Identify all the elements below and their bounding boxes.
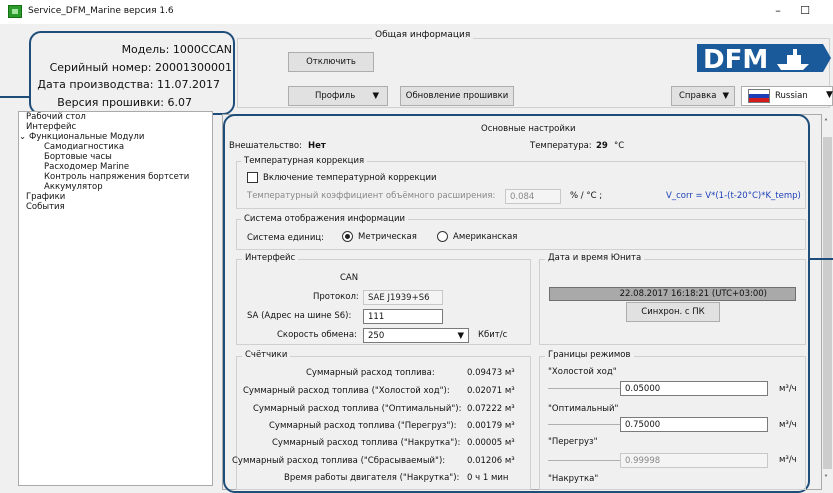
mode-optimal-input[interactable]: 0.75000 bbox=[620, 417, 768, 432]
mode-line bbox=[548, 424, 620, 425]
counter-label: Суммарный расход топлива: bbox=[306, 368, 435, 378]
tree-item-onboard-clock[interactable]: Бортовые часы bbox=[44, 152, 112, 162]
american-radio[interactable] bbox=[437, 231, 448, 242]
can-label: CAN bbox=[340, 273, 359, 283]
disconnect-button[interactable]: Отключить bbox=[288, 52, 374, 72]
chevron-down-icon: ▼ bbox=[722, 91, 729, 101]
units-label: Система единиц: bbox=[247, 233, 324, 243]
temperature-label: Температура: bbox=[530, 141, 592, 151]
counter-value: 0.07222 м³ bbox=[467, 404, 515, 414]
counter-value: 0.00179 м³ bbox=[467, 421, 515, 431]
interface-title: Интерфейс bbox=[242, 253, 299, 263]
tree-item-desktop[interactable]: Рабочий стол bbox=[26, 112, 86, 122]
scroll-up-icon[interactable]: ˄ bbox=[824, 118, 828, 127]
counter-value: 0.02071 м³ bbox=[467, 386, 515, 396]
sa-label: SA (Адрес на шине S6): bbox=[247, 311, 352, 321]
app-icon bbox=[8, 5, 22, 18]
tree-item-interface[interactable]: Интерфейс bbox=[26, 122, 76, 132]
mode-line bbox=[548, 388, 620, 389]
counter-label: Суммарный расход топлива ("Перегруз"): bbox=[269, 421, 457, 431]
temperature-unit: °C bbox=[614, 141, 625, 151]
language-select[interactable]: Russian ▼ bbox=[741, 86, 833, 106]
counter-label: Время работы двигателя ("Накрутка"): bbox=[284, 473, 460, 483]
settings-title: Основные настройки bbox=[481, 124, 576, 134]
firmware-version-row: Версия прошивки: 6.07 bbox=[57, 96, 192, 109]
counters-title: Счётчики bbox=[242, 350, 291, 360]
tree-item-graphs[interactable]: Графики bbox=[26, 192, 65, 202]
counter-value: 0.00005 м³ bbox=[467, 438, 515, 448]
russian-flag-icon bbox=[748, 89, 770, 103]
tree-item-voltage-control[interactable]: Контроль напряжения бортсети bbox=[44, 172, 189, 182]
sync-pc-button[interactable]: Синхрон. с ПК bbox=[626, 302, 720, 322]
chevron-down-icon: ▼ bbox=[457, 331, 464, 341]
svg-text:DFM: DFM bbox=[703, 45, 768, 75]
unit-datetime-title: Дата и время Юнита bbox=[545, 253, 645, 263]
navigation-tree[interactable]: Рабочий стол Интерфейс ⌄ Функциональные … bbox=[18, 111, 213, 486]
tree-item-self-diagnostics[interactable]: Самодиагностика bbox=[44, 142, 124, 152]
annotation-line-right bbox=[808, 258, 833, 260]
american-label: Американская bbox=[453, 232, 518, 242]
correction-formula: V_corr = V*(1-(t-20°C)*K_temp) bbox=[666, 191, 801, 201]
tamper-value: Нет bbox=[308, 141, 326, 151]
temp-correction-checkbox[interactable] bbox=[247, 172, 258, 183]
serial-row: Серийный номер: 20001300001 bbox=[49, 61, 232, 74]
firmware-update-button[interactable]: Обновление прошивки bbox=[400, 86, 514, 106]
production-date-row: Дата производства: 11.07.2017 bbox=[37, 78, 220, 91]
counter-value: 0.09473 м³ bbox=[467, 368, 515, 378]
tamper-label: Внешательство: bbox=[229, 141, 302, 151]
mode-unit: м³/ч bbox=[779, 455, 797, 465]
temp-correction-title: Температурная коррекция bbox=[241, 156, 368, 166]
baud-select[interactable]: 250 ▼ bbox=[363, 328, 469, 343]
counter-label: Суммарный расход топлива ("Холостой ход"… bbox=[243, 386, 450, 396]
coef-input[interactable]: 0.084 bbox=[505, 189, 561, 204]
baud-unit: Кбит/с bbox=[478, 330, 508, 340]
mode-unit: м³/ч bbox=[779, 384, 797, 394]
minimize-button[interactable]: – bbox=[768, 4, 788, 17]
general-info-title: Общая информация bbox=[372, 30, 474, 40]
mode-label: "Перегруз" bbox=[548, 437, 598, 447]
window-title: Service_DFM_Marine версия 1.6 bbox=[28, 6, 174, 16]
display-system-title: Система отображения информации bbox=[241, 214, 409, 224]
tree-item-marine-flowmeter[interactable]: Расходомер Marine bbox=[44, 162, 129, 172]
scrollbar-thumb[interactable] bbox=[823, 137, 832, 469]
protocol-label: Протокол: bbox=[313, 292, 359, 302]
maximize-button[interactable]: ☐ bbox=[795, 4, 815, 17]
help-button[interactable]: Справка ▼ bbox=[671, 86, 735, 106]
tree-expander-icon[interactable]: ⌄ bbox=[19, 132, 26, 142]
mode-unit: м³/ч bbox=[779, 420, 797, 430]
counter-value: 0.01206 м³ bbox=[467, 456, 515, 466]
temp-correction-label: Включение температурной коррекции bbox=[263, 173, 437, 183]
mode-label: "Накрутка" bbox=[548, 474, 599, 484]
unit-datetime-value: 22.08.2017 16:18:21 (UTC+03:00) bbox=[549, 287, 796, 301]
counter-label: Суммарный расход топлива ("Сбрасываемый"… bbox=[232, 456, 446, 466]
mode-idle-input[interactable]: 0.05000 bbox=[620, 381, 768, 396]
tree-item-functional-modules[interactable]: Функциональные Модули bbox=[29, 132, 144, 142]
profile-button[interactable]: Профиль ▼ bbox=[288, 86, 388, 106]
mode-limits-title: Границы режимов bbox=[545, 350, 634, 360]
sa-input[interactable]: 111 bbox=[363, 309, 443, 324]
mode-overload-input[interactable]: 0.99998 bbox=[620, 453, 768, 468]
mode-line bbox=[548, 460, 620, 461]
chevron-down-icon: ▼ bbox=[826, 90, 833, 100]
mode-label: "Оптимальный" bbox=[548, 404, 619, 414]
tree-item-battery[interactable]: Аккумулятор bbox=[44, 182, 103, 192]
protocol-value: SAE J1939+S6 bbox=[363, 290, 443, 305]
scroll-down-icon[interactable]: ˅ bbox=[824, 474, 828, 483]
tree-item-events[interactable]: События bbox=[26, 202, 65, 212]
model-row: Модель: 1000CCAN bbox=[121, 43, 232, 56]
mode-label: "Холостой ход" bbox=[548, 367, 617, 377]
counter-label: Суммарный расход топлива ("Оптимальный")… bbox=[253, 404, 462, 414]
coef-label: Температурный коэффициент объёмного расш… bbox=[247, 191, 496, 201]
temperature-value: 29 bbox=[596, 141, 608, 151]
metric-label: Метрическая bbox=[358, 232, 417, 242]
counter-value: 0 ч 1 мин bbox=[467, 473, 509, 483]
counter-label: Суммарный расход топлива ("Накрутка"): bbox=[272, 438, 461, 448]
baud-label: Скорость обмена: bbox=[277, 330, 357, 340]
metric-radio[interactable] bbox=[342, 231, 353, 242]
chevron-down-icon: ▼ bbox=[372, 91, 379, 101]
coef-unit: % / °C ; bbox=[570, 191, 603, 201]
dfm-logo: DFM bbox=[697, 38, 831, 78]
